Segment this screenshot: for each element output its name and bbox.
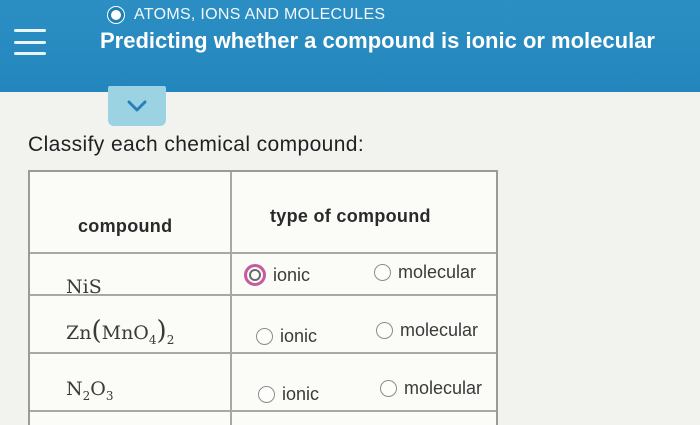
- row1-ionic-option[interactable]: ionic: [244, 264, 310, 286]
- radio-button[interactable]: [244, 264, 266, 286]
- expand-toggle-button[interactable]: [108, 86, 166, 126]
- topic-row: ATOMS, IONS AND MOLECULES: [108, 6, 385, 24]
- column-header-type: type of compound: [270, 206, 431, 226]
- topic-status-icon: [108, 7, 124, 23]
- row2-molecular-option[interactable]: molecular: [376, 320, 478, 341]
- option-label: molecular: [404, 378, 483, 398]
- column-header-compound: compound: [78, 216, 173, 236]
- row2-ionic-option[interactable]: ionic: [256, 326, 317, 347]
- option-label: ionic: [280, 326, 318, 346]
- question-prompt: Classify each chemical compound:: [28, 133, 365, 156]
- chevron-down-icon: [127, 100, 147, 112]
- classification-table: compound type of compound NiS ionic mole…: [28, 170, 498, 425]
- option-label: molecular: [400, 320, 479, 340]
- topic-label: ATOMS, IONS AND MOLECULES: [134, 6, 386, 23]
- header-bar: ATOMS, IONS AND MOLECULES Predicting whe…: [0, 0, 700, 92]
- radio-button[interactable]: [256, 328, 273, 345]
- row3-ionic-option[interactable]: ionic: [258, 384, 319, 405]
- row3-molecular-option[interactable]: molecular: [380, 378, 482, 399]
- compound-nis: NiS: [66, 276, 102, 298]
- compound-n2o3: N2O3: [66, 378, 114, 403]
- hamburger-menu-icon[interactable]: [14, 29, 46, 55]
- radio-button[interactable]: [374, 264, 391, 281]
- option-label: ionic: [282, 384, 320, 404]
- compound-zn-mno4-2: Zn(MnO4)2: [66, 316, 175, 347]
- radio-button[interactable]: [380, 380, 397, 397]
- option-label: molecular: [398, 262, 477, 282]
- row1-molecular-option[interactable]: molecular: [374, 262, 476, 283]
- radio-button[interactable]: [258, 386, 275, 403]
- radio-button[interactable]: [376, 322, 393, 339]
- option-label: ionic: [273, 264, 311, 285]
- page-title: Predicting whether a compound is ionic o…: [100, 28, 655, 53]
